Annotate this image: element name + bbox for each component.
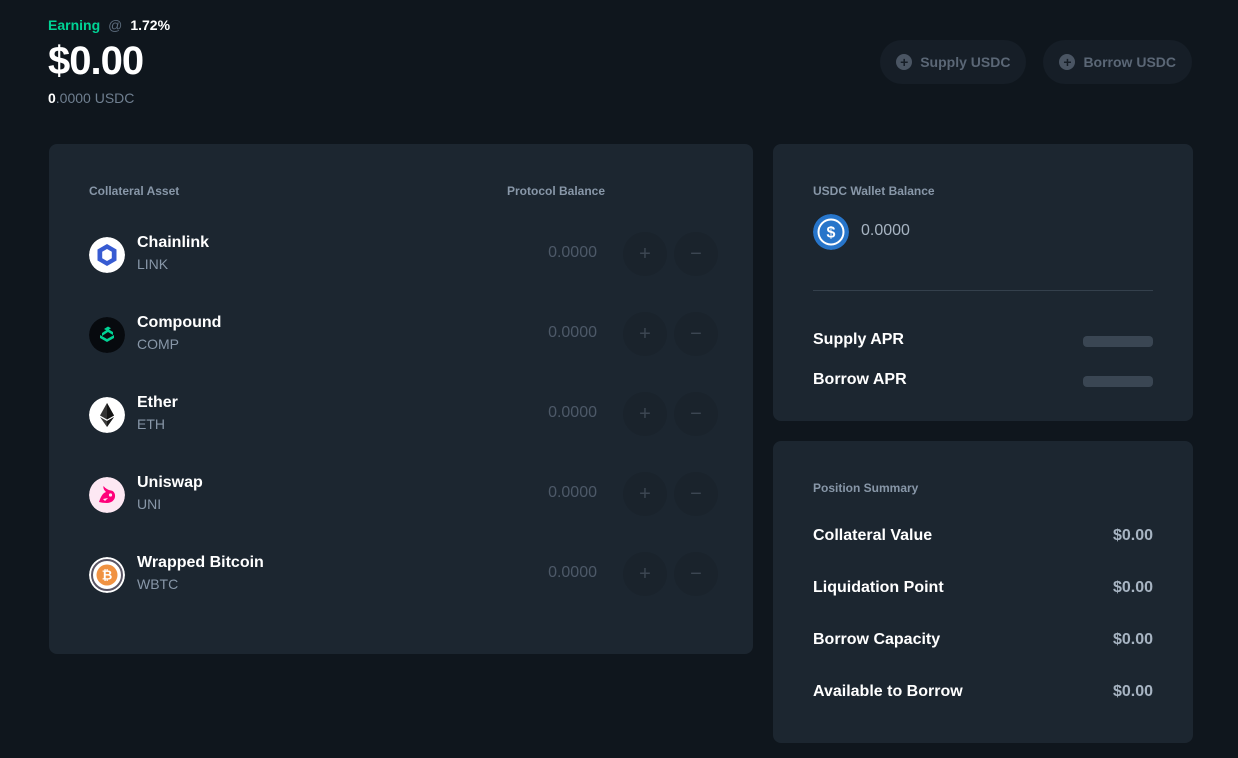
liquidation-point-label: Liquidation Point <box>813 579 944 596</box>
asset-name: Compound <box>137 314 222 331</box>
borrow-usdc-button[interactable]: + Borrow USDC <box>1043 40 1192 84</box>
asset-row-compound: Compound COMP 0.0000 + − <box>89 312 718 360</box>
remove-collateral-button[interactable]: − <box>674 552 718 596</box>
usdc-icon: $ <box>813 214 849 250</box>
asset-name: Uniswap <box>137 474 203 491</box>
borrow-usdc-label: Borrow USDC <box>1083 54 1176 70</box>
borrow-capacity-value: $0.00 <box>1112 631 1153 648</box>
asset-balance: 0.0000 <box>548 484 597 501</box>
available-to-borrow-label: Available to Borrow <box>813 683 963 700</box>
balance-usdc: 0.0000 USDC <box>48 90 170 106</box>
asset-ticker: ETH <box>137 416 165 432</box>
balance-usdc-rest: .0000 USDC <box>55 90 135 106</box>
wallet-balance-label: USDC Wallet Balance <box>813 184 935 198</box>
asset-ticker: WBTC <box>137 576 179 592</box>
wallet-balance-value: 0.0000 <box>861 222 910 239</box>
asset-ticker: UNI <box>137 496 162 512</box>
remove-collateral-button[interactable]: − <box>674 392 718 436</box>
borrow-apr-placeholder <box>1083 376 1153 387</box>
uniswap-icon <box>89 477 125 513</box>
divider <box>813 290 1153 291</box>
asset-ticker: LINK <box>137 256 169 272</box>
svg-text:$: $ <box>827 225 836 242</box>
supply-usdc-button[interactable]: + Supply USDC <box>880 40 1027 84</box>
add-collateral-button[interactable]: + <box>623 312 667 356</box>
add-collateral-button[interactable]: + <box>623 472 667 516</box>
collateral-assets-card: Collateral Asset Protocol Balance Chainl… <box>49 144 753 654</box>
earning-label: Earning <box>48 17 101 33</box>
borrow-apr-label: Borrow APR <box>813 371 907 388</box>
supply-apr-placeholder <box>1083 336 1153 347</box>
asset-balance: 0.0000 <box>548 564 597 581</box>
collateral-value: $0.00 <box>1112 527 1153 544</box>
position-summary-title: Position Summary <box>813 481 919 495</box>
plus-circle-icon: + <box>896 54 913 70</box>
column-header-balance: Protocol Balance <box>507 184 606 198</box>
asset-row-wrapped-bitcoin: ₿ Wrapped Bitcoin WBTC 0.0000 + − <box>89 552 718 600</box>
remove-collateral-button[interactable]: − <box>674 232 718 276</box>
borrow-capacity-label: Borrow Capacity <box>813 631 941 648</box>
top-actions: + Supply USDC + Borrow USDC <box>880 40 1192 84</box>
available-to-borrow-value: $0.00 <box>1112 683 1153 700</box>
asset-row-uniswap: Uniswap UNI 0.0000 + − <box>89 472 718 520</box>
asset-ticker: COMP <box>137 336 179 352</box>
add-collateral-button[interactable]: + <box>623 232 667 276</box>
bitcoin-icon: ₿ <box>89 557 125 593</box>
usdc-wallet-card: USDC Wallet Balance $ 0.0000 Supply APR … <box>773 144 1193 421</box>
balance-header: Earning @ 1.72% $0.00 0.0000 USDC <box>48 16 170 106</box>
plus-circle-icon: + <box>1059 54 1076 70</box>
asset-row-ether: Ether ETH 0.0000 + − <box>89 392 718 440</box>
liquidation-point-value: $0.00 <box>1112 579 1153 596</box>
balance-usd: $0.00 <box>48 39 144 83</box>
asset-balance: 0.0000 <box>548 244 597 261</box>
collateral-value-label: Collateral Value <box>813 527 933 544</box>
remove-collateral-button[interactable]: − <box>674 472 718 516</box>
compound-icon <box>89 317 125 353</box>
ether-icon <box>89 397 125 433</box>
asset-balance: 0.0000 <box>548 404 597 421</box>
position-summary-card: Position Summary Collateral Value $0.00 … <box>773 441 1193 743</box>
remove-collateral-button[interactable]: − <box>674 312 718 356</box>
svg-text:₿: ₿ <box>102 568 113 583</box>
asset-row-chainlink: Chainlink LINK 0.0000 + − <box>89 232 718 280</box>
chainlink-icon <box>89 237 125 273</box>
asset-name: Chainlink <box>137 234 210 251</box>
column-header-asset: Collateral Asset <box>89 184 180 198</box>
earning-at: @ <box>108 17 123 33</box>
earning-line: Earning @ 1.72% <box>48 16 170 34</box>
asset-name: Wrapped Bitcoin <box>137 554 264 571</box>
add-collateral-button[interactable]: + <box>623 392 667 436</box>
balance-usdc-lead: 0 <box>48 90 56 106</box>
supply-usdc-label: Supply USDC <box>920 54 1011 70</box>
earning-rate: 1.72% <box>130 17 171 33</box>
add-collateral-button[interactable]: + <box>623 552 667 596</box>
supply-apr-label: Supply APR <box>813 331 904 348</box>
asset-name: Ether <box>137 394 178 411</box>
asset-balance: 0.0000 <box>548 324 597 341</box>
